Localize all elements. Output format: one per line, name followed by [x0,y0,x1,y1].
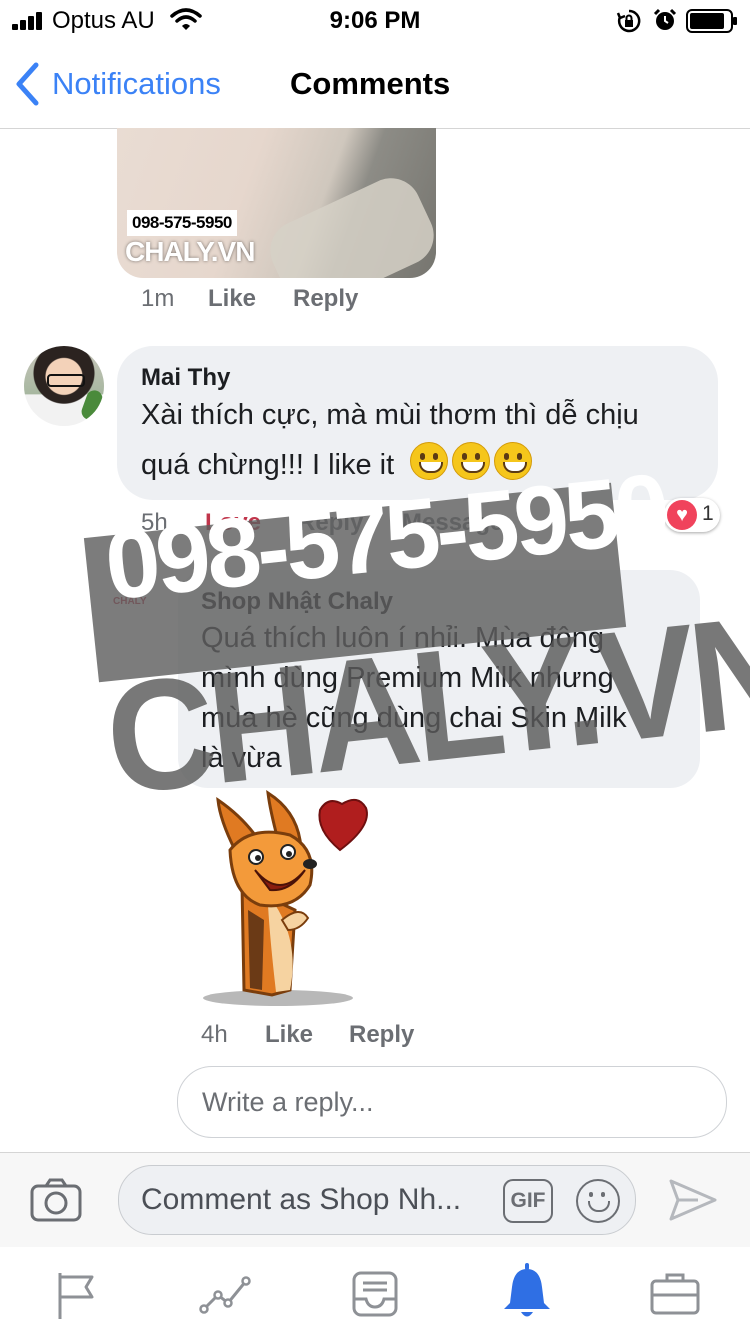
tab-inbox[interactable] [340,1257,410,1327]
bell-icon [504,1263,550,1317]
grinning-emoji-icon [494,442,533,480]
tab-bar [0,1247,750,1334]
comment-composer: Comment as Shop Nh... GIF [0,1152,750,1248]
comment-author[interactable]: Mai Thy [141,364,230,392]
comment-time: 1m [141,285,175,312]
love-reaction-icon: ♥ [667,500,697,530]
orientation-lock-icon [616,9,641,33]
back-button[interactable]: Notifications [14,62,221,106]
comment-bubble[interactable]: Mai Thy Xài thích cực, mà mùi thơm thì d… [117,346,718,500]
reply-text-line: mùa hè cũng dùng chai Skin Milk [201,702,627,734]
photo-watermark-site: CHALY.VN [125,236,255,267]
comment-input[interactable]: Comment as Shop Nh... GIF [118,1165,636,1235]
battery-icon [686,9,737,33]
comment-text-line-2-row: quá chừng!!! I like it [141,440,533,490]
alarm-icon [653,8,677,30]
reply-time: 4h [201,1021,228,1048]
reaction-summary[interactable]: ♥ 1 [664,498,720,532]
send-icon[interactable] [668,1177,718,1223]
reply-button[interactable]: Reply [298,509,363,537]
love-button[interactable]: Love [205,509,261,537]
grinning-emoji-icon [410,442,449,480]
reply-button[interactable]: Reply [349,1021,414,1049]
page-title: Comments [290,66,451,101]
comment-input-placeholder: Comment as Shop Nh... [141,1183,462,1216]
comment-text-line-1: Xài thích cực, mà mùi thơm thì dễ chịu [141,399,639,431]
shop-avatar[interactable]: CHALY [113,596,163,618]
photo-fabric [260,168,436,278]
briefcase-icon [650,1273,700,1315]
gif-button[interactable]: GIF [503,1179,553,1223]
back-label: Notifications [52,66,221,101]
reply-text-line: Quá thích luôn í nhỉi. Mùa đông [201,622,605,654]
fox-sticker[interactable] [200,790,390,1010]
comment-text-line-2: quá chừng!!! I like it [141,449,395,481]
reply-button[interactable]: Reply [293,285,358,313]
reply-bubble[interactable]: Shop Nhật Chaly Quá thích luôn í nhỉi. M… [178,570,700,788]
reply-input[interactable]: Write a reply... [177,1066,727,1138]
chevron-left-icon [16,62,39,106]
photo-watermark-phone: 098-575-5950 [127,210,237,236]
status-bar: Optus AU 9:06 PM [0,0,750,40]
insights-icon [199,1276,251,1314]
avatar[interactable] [24,346,104,426]
message-button[interactable]: Message [402,509,503,537]
avatar-plant [79,388,104,422]
tab-pages[interactable] [40,1257,110,1327]
tab-tools[interactable] [640,1257,710,1327]
reply-text-line: là vừa [201,742,282,774]
comment-time: 5h [141,509,168,536]
reply-text: Quá thích luôn í nhỉi. Mùa đông mình dùn… [201,618,627,778]
emoji-icon[interactable] [576,1179,620,1223]
reaction-count: 1 [702,502,714,525]
tab-insights[interactable] [190,1257,260,1327]
inbox-icon [352,1271,398,1317]
grinning-emoji-icon [452,442,491,480]
comment-photo[interactable]: 098-575-5950 CHALY.VN [117,128,436,278]
reply-input-placeholder: Write a reply... [202,1087,374,1117]
navigation-bar: Notifications Comments [0,40,750,129]
flag-icon [58,1273,94,1319]
like-button[interactable]: Like [265,1021,313,1049]
like-button[interactable]: Like [208,285,256,313]
reply-text-line: mình dùng Premium Milk nhưng [201,662,614,694]
tab-notifications[interactable] [492,1257,562,1327]
camera-icon[interactable] [30,1177,82,1223]
reply-author[interactable]: Shop Nhật Chaly [201,588,393,616]
avatar-glasses [47,374,85,387]
shop-avatar-logo: CHALY [113,596,147,607]
